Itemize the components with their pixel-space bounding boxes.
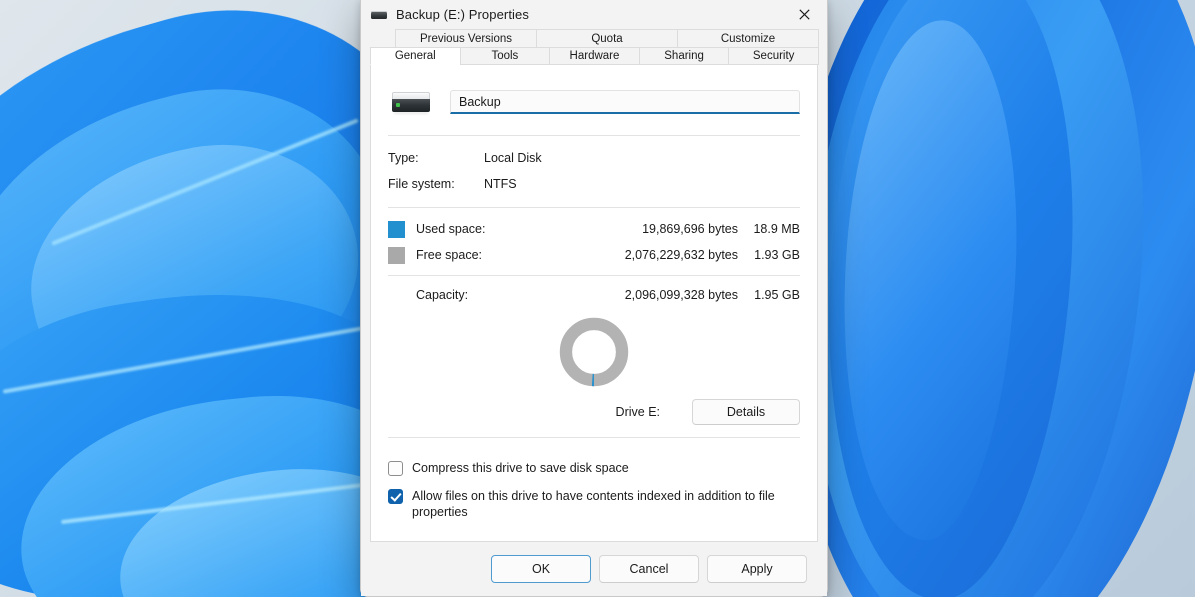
filesystem-label: File system: bbox=[388, 177, 455, 191]
drive-letter-label: Drive E: bbox=[615, 405, 660, 419]
desktop-background: Backup (E:) Properties Previous Versions… bbox=[0, 0, 1195, 597]
tab-quota[interactable]: Quota bbox=[536, 29, 678, 47]
wallpaper-shape bbox=[807, 0, 1093, 597]
details-button[interactable]: Details bbox=[692, 399, 800, 425]
info-row-type: Type: Local Disk bbox=[388, 145, 800, 171]
compress-drive-label: Compress this drive to save disk space bbox=[412, 461, 629, 475]
volume-name-input[interactable] bbox=[459, 94, 791, 109]
used-space-human: 18.9 MB bbox=[753, 222, 800, 236]
capacity-bytes: 2,096,099,328 bytes bbox=[624, 288, 738, 302]
wallpaper-shape bbox=[977, 0, 1183, 597]
tab-strip: Previous Versions Quota Customize Genera… bbox=[361, 29, 827, 65]
volume-info-list: Type: Local Disk File system: NTFS bbox=[386, 145, 802, 197]
tab-row-primary: General Tools Hardware Sharing Security bbox=[370, 47, 819, 65]
wallpaper-shape bbox=[779, 0, 1171, 597]
divider bbox=[388, 275, 800, 276]
disk-usage-chart bbox=[386, 315, 802, 389]
tab-spacer bbox=[370, 29, 396, 47]
apply-button[interactable]: Apply bbox=[707, 555, 807, 583]
space-usage-list: Used space: 19,869,696 bytes 18.9 MB Fre… bbox=[386, 216, 802, 268]
dialog-footer: OK Cancel Apply bbox=[361, 542, 827, 596]
disk-usage-donut bbox=[559, 317, 629, 387]
wallpaper-highlight bbox=[2, 320, 398, 394]
capacity-label: Capacity: bbox=[416, 288, 469, 302]
used-space-swatch bbox=[388, 220, 405, 238]
ok-button[interactable]: OK bbox=[491, 555, 591, 583]
tab-sharing[interactable]: Sharing bbox=[638, 47, 730, 65]
tab-customize[interactable]: Customize bbox=[677, 29, 819, 47]
hard-drive-icon bbox=[370, 6, 388, 24]
cancel-button[interactable]: Cancel bbox=[599, 555, 699, 583]
type-value: Local Disk bbox=[484, 151, 542, 165]
hard-drive-icon bbox=[388, 87, 434, 117]
tab-row-secondary: Previous Versions Quota Customize bbox=[370, 29, 819, 47]
filesystem-value: NTFS bbox=[484, 177, 517, 191]
volume-name-field[interactable] bbox=[450, 90, 800, 114]
tab-hardware[interactable]: Hardware bbox=[549, 47, 640, 65]
free-space-swatch bbox=[388, 246, 405, 264]
space-row-free: Free space: 2,076,229,632 bytes 1.93 GB bbox=[388, 242, 800, 268]
volume-header bbox=[386, 79, 802, 125]
divider bbox=[388, 437, 800, 438]
dialog-titlebar[interactable]: Backup (E:) Properties bbox=[361, 0, 827, 29]
used-space-bytes: 19,869,696 bytes bbox=[642, 222, 738, 236]
dialog-title: Backup (E:) Properties bbox=[396, 7, 529, 22]
close-icon[interactable] bbox=[782, 0, 827, 29]
capacity-human: 1.95 GB bbox=[754, 288, 800, 302]
options-checkbox-list: Compress this drive to save disk space A… bbox=[386, 460, 802, 520]
tab-tools[interactable]: Tools bbox=[459, 47, 551, 65]
free-space-label: Free space: bbox=[416, 248, 483, 262]
tab-security[interactable]: Security bbox=[728, 47, 819, 65]
type-label: Type: bbox=[388, 151, 419, 165]
free-space-bytes: 2,076,229,632 bytes bbox=[624, 248, 738, 262]
free-space-human: 1.93 GB bbox=[754, 248, 800, 262]
wallpaper-shape bbox=[7, 118, 383, 432]
used-space-label: Used space: bbox=[416, 222, 486, 236]
donut-used-slice bbox=[559, 317, 629, 387]
compress-drive-checkbox[interactable] bbox=[388, 461, 403, 476]
tab-previous-versions[interactable]: Previous Versions bbox=[395, 29, 537, 47]
drive-properties-dialog: Backup (E:) Properties Previous Versions… bbox=[360, 0, 828, 597]
checkbox-row-index[interactable]: Allow files on this drive to have conten… bbox=[388, 488, 800, 520]
tab-general[interactable]: General bbox=[370, 47, 461, 65]
divider bbox=[388, 135, 800, 136]
wallpaper-highlight bbox=[60, 479, 390, 525]
drive-details-row: Drive E: Details bbox=[386, 399, 802, 425]
info-row-filesystem: File system: NTFS bbox=[388, 171, 800, 197]
capacity-row: Capacity: 2,096,099,328 bytes 1.95 GB bbox=[386, 281, 802, 309]
index-contents-checkbox[interactable] bbox=[388, 489, 403, 504]
index-contents-label: Allow files on this drive to have conten… bbox=[412, 489, 775, 519]
space-row-used: Used space: 19,869,696 bytes 18.9 MB bbox=[388, 216, 800, 242]
wallpaper-shape bbox=[831, 15, 1029, 545]
checkbox-row-compress[interactable]: Compress this drive to save disk space bbox=[388, 460, 800, 476]
wallpaper-highlight bbox=[51, 118, 359, 246]
general-tab-panel: Type: Local Disk File system: NTFS Used … bbox=[370, 65, 818, 542]
divider bbox=[388, 207, 800, 208]
